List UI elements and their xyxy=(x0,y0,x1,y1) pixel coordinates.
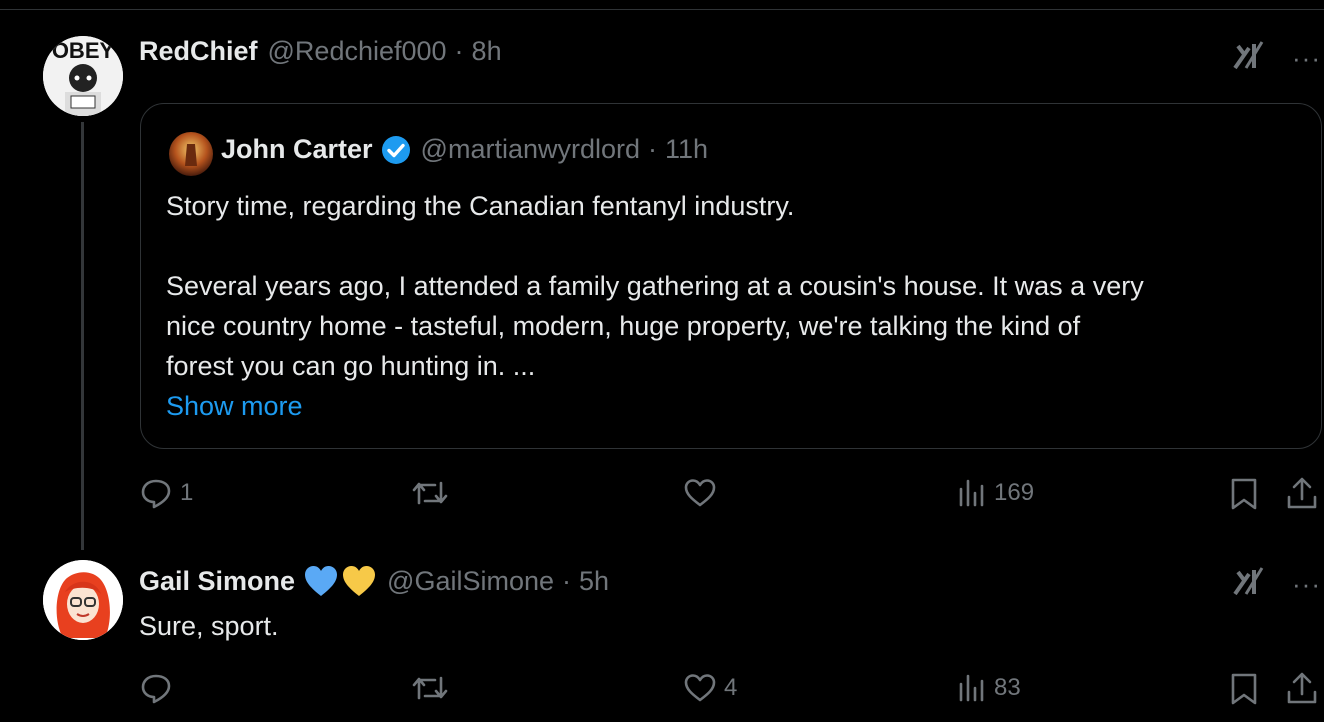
quote-text-line: Several years ago, I attended a family g… xyxy=(166,271,1144,301)
views-icon xyxy=(959,479,984,507)
like-button[interactable] xyxy=(682,475,724,511)
like-count: 4 xyxy=(724,674,738,701)
views-count: 169 xyxy=(994,479,1035,506)
thread-line xyxy=(81,122,84,550)
views-icon xyxy=(959,674,984,702)
views-button[interactable]: 169 xyxy=(956,475,1034,511)
yellow-heart-icon xyxy=(341,564,377,598)
timestamp[interactable]: 5h xyxy=(579,566,609,597)
quote-avatar[interactable] xyxy=(169,132,213,176)
top-divider xyxy=(0,9,1324,10)
views-button[interactable]: 83 xyxy=(956,670,1021,706)
post-corner-actions: ··· xyxy=(1232,40,1321,75)
reply-icon xyxy=(141,674,171,704)
quote-text-line: Story time, regarding the Canadian fenta… xyxy=(166,191,795,221)
bookmark-button[interactable] xyxy=(1228,670,1260,706)
verified-badge-icon xyxy=(381,135,411,165)
avatar-image xyxy=(43,560,123,640)
more-options-icon[interactable]: ··· xyxy=(1292,571,1321,597)
dot-separator: · xyxy=(648,134,658,164)
display-name[interactable]: RedChief xyxy=(139,36,258,67)
repost-button[interactable] xyxy=(410,670,456,706)
timestamp[interactable]: 8h xyxy=(472,36,502,67)
share-icon xyxy=(1287,672,1317,704)
post-actions: 4 83 xyxy=(138,670,1324,710)
heart-icon xyxy=(684,479,716,507)
share-icon xyxy=(1287,477,1317,509)
share-button[interactable] xyxy=(1284,475,1320,511)
handle[interactable]: @Redchief000 xyxy=(268,36,447,67)
post-header: RedChief @Redchief000 · 8h xyxy=(139,36,502,67)
reply-icon xyxy=(141,479,171,509)
repost-icon xyxy=(412,676,448,700)
reply-button[interactable] xyxy=(138,670,180,706)
post-actions: 1 169 xyxy=(138,475,1324,515)
quote-timestamp[interactable]: 11h xyxy=(665,134,708,165)
show-more-link[interactable]: Show more xyxy=(166,386,303,426)
quote-avatar-image xyxy=(169,132,213,176)
grok-icon[interactable] xyxy=(1232,40,1266,75)
post-header: Gail Simone @GailSimone · 5h xyxy=(139,564,609,598)
quote-text-line: forest you can go hunting in. ... xyxy=(166,351,536,381)
post-corner-actions: ··· xyxy=(1232,566,1321,601)
blue-heart-icon xyxy=(303,564,339,598)
avatar-image: OBEY xyxy=(43,36,123,116)
quote-handle[interactable]: @martianwyrdlord xyxy=(421,134,640,165)
heart-icon xyxy=(684,674,716,702)
bookmark-button[interactable] xyxy=(1228,475,1260,511)
avatar[interactable]: OBEY xyxy=(43,36,123,116)
dot-separator: · xyxy=(562,565,572,596)
repost-icon xyxy=(412,481,448,505)
avatar[interactable] xyxy=(43,560,123,640)
reply-button[interactable]: 1 xyxy=(138,475,193,511)
quote-header: John Carter @martianwyrdlord · 11h xyxy=(221,134,708,165)
handle[interactable]: @GailSimone xyxy=(387,566,554,597)
like-button[interactable]: 4 xyxy=(682,670,737,706)
dot-separator: · xyxy=(454,36,464,66)
bookmark-icon xyxy=(1231,673,1257,705)
quoted-post[interactable]: John Carter @martianwyrdlord · 11h Story… xyxy=(140,103,1322,449)
views-count: 83 xyxy=(994,674,1021,701)
post-text: Sure, sport. xyxy=(139,611,279,641)
quote-text-line: nice country home - tasteful, modern, hu… xyxy=(166,311,1081,341)
quote-display-name[interactable]: John Carter xyxy=(221,134,373,165)
reply-count: 1 xyxy=(180,479,194,506)
share-button[interactable] xyxy=(1284,670,1320,706)
avatar-logo-text: OBEY xyxy=(52,38,115,63)
display-name[interactable]: Gail Simone xyxy=(139,566,295,597)
grok-icon[interactable] xyxy=(1232,566,1266,601)
bookmark-icon xyxy=(1231,478,1257,510)
repost-button[interactable] xyxy=(410,475,456,511)
more-options-icon[interactable]: ··· xyxy=(1292,45,1321,71)
